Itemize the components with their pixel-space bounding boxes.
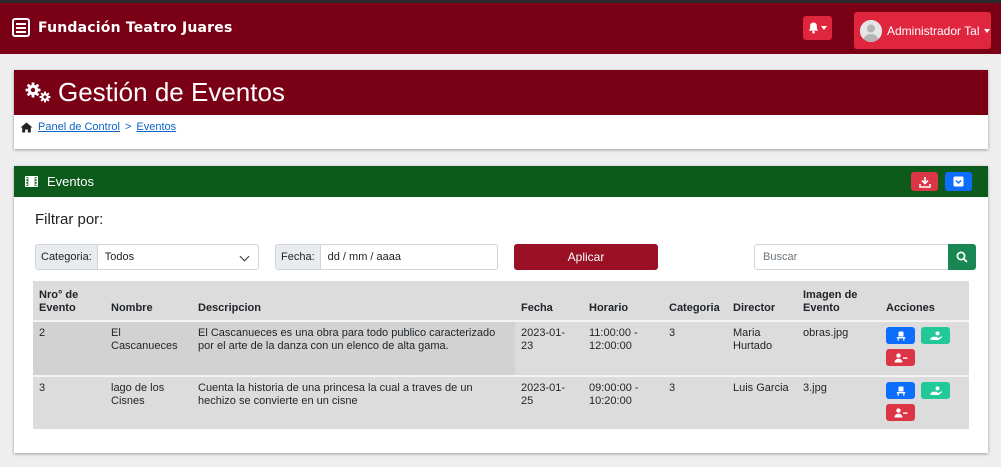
seat-icon [896,331,905,341]
gears-icon [25,82,51,102]
seats-button[interactable] [886,382,915,399]
page-title: Gestión de Eventos [58,77,285,107]
date-input[interactable]: dd / mm / aaaa [321,245,497,269]
breadcrumb-link-events[interactable]: Eventos [136,121,176,133]
filter-title: Filtrar por: [35,211,104,228]
column-header: Fecha [515,281,583,321]
table-row: 3 lago de los Cisnes Cuenta la historia … [33,375,969,429]
bell-icon [808,22,819,34]
column-header: Nro° de Evento [33,281,105,321]
breadcrumb-link-dashboard[interactable]: Panel de Control [38,121,120,133]
assign-button[interactable] [921,327,950,344]
user-remove-icon [894,352,907,362]
cell-acciones [880,375,969,429]
cell-descripcion: El Cascanueces es una obra para todo pub… [192,320,515,376]
events-card-header: Eventos [14,166,988,197]
category-label: Categoria: [36,245,98,269]
cell-horario: 11:00:00 - 12:00:00 [583,320,663,376]
chevron-down-icon [821,26,827,30]
search-placeholder: Buscar [763,251,798,263]
handshake-icon [929,385,942,395]
column-header: Horario [583,281,663,321]
events-table: Nro° de Evento Nombre Descripcion Fecha … [33,281,969,429]
user-menu-button[interactable]: Administrador Tal [854,12,991,49]
seats-button[interactable] [886,327,915,344]
breadcrumb: Panel de Control > Eventos [14,115,988,133]
events-card: Eventos Filtrar por: Categoria: Todos Fe… [14,166,988,453]
remove-button[interactable] [886,349,915,366]
cell-fecha: 2023-01-25 [515,375,583,429]
column-header: Acciones [880,281,969,321]
remove-button[interactable] [886,404,915,421]
handshake-icon [929,330,942,340]
category-select-value: Todos [104,251,135,263]
assign-button[interactable] [921,382,950,399]
brand-title[interactable]: Fundación Teatro Juares [38,20,233,36]
cell-imagen: 3.jpg [797,375,880,429]
cell-horario: 09:00:00 - 10:20:00 [583,375,663,429]
cell-categoria: 3 [663,320,727,376]
search-button[interactable] [948,244,976,270]
archive-button[interactable] [945,172,972,191]
page-header-card: Gestión de Eventos Panel de Control > Ev… [14,70,988,149]
cell-nombre: El Cascanueces [105,320,192,376]
column-header: Imagen de Evento [797,281,880,321]
cell-nro: 3 [33,375,105,429]
date-filter-group: Fecha: dd / mm / aaaa [275,244,498,270]
apply-button[interactable]: Aplicar [514,244,658,270]
date-input-value: dd / mm / aaaa [327,251,402,263]
cell-nombre: lago de los Cisnes [105,375,192,429]
category-filter-group: Categoria: Todos [35,244,259,270]
film-icon [25,176,38,187]
column-header: Descripcion [192,281,515,321]
table-header-row: Nro° de Evento Nombre Descripcion Fecha … [33,281,969,321]
column-header: Nombre [105,281,192,321]
cell-nro: 2 [33,320,105,376]
breadcrumb-separator: > [124,121,132,133]
column-header: Director [727,281,797,321]
date-label: Fecha: [276,245,321,269]
cell-acciones [880,320,969,376]
cell-descripcion: Cuenta la historia de una princesa la cu… [192,375,515,429]
search-icon [956,251,968,263]
search-input[interactable]: Buscar [754,244,949,270]
column-header: Categoria [663,281,727,321]
download-icon [918,176,931,188]
table-row: 2 El Cascanueces El Cascanueces es una o… [33,320,969,376]
archive-icon [953,176,964,187]
cell-director: Luis Garcia [727,375,797,429]
notifications-button[interactable] [803,16,832,40]
events-card-title: Eventos [47,174,94,189]
download-button[interactable] [911,172,938,191]
chevron-down-icon [239,251,250,262]
category-select[interactable]: Todos [98,245,258,269]
menu-icon[interactable] [12,18,30,37]
cell-categoria: 3 [663,375,727,429]
cell-director: Maria Hurtado [727,320,797,376]
user-remove-icon [894,407,907,417]
user-avatar-icon [860,19,882,42]
home-icon[interactable] [20,122,33,133]
cell-imagen: obras.jpg [797,320,880,376]
user-name: Administrador Tal [887,23,980,38]
seat-icon [896,386,905,396]
chevron-down-icon [984,28,991,33]
page-header: Gestión de Eventos [14,70,988,115]
navbar: Fundación Teatro Juares Administrador Ta… [0,3,1001,54]
cell-fecha: 2023-01-23 [515,320,583,376]
